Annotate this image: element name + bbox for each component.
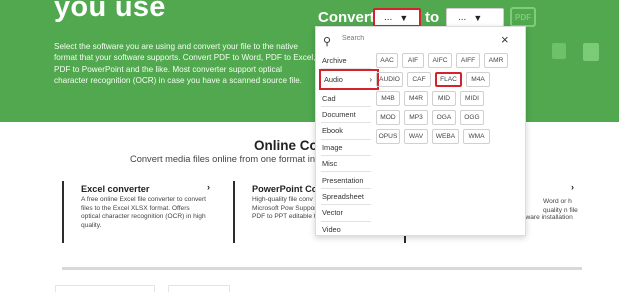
archive-icon [583, 43, 599, 61]
bottom-tab[interactable] [168, 285, 230, 292]
format-search-input[interactable] [342, 32, 422, 44]
format-option[interactable]: AMR [484, 53, 508, 68]
category-label: Vector [322, 208, 343, 218]
format-option[interactable]: AIF [402, 53, 424, 68]
category-label: Presentation [322, 175, 364, 185]
convert-label: Convert [318, 9, 375, 26]
format-row: M4B M4R MID MIDI [376, 91, 526, 106]
close-icon[interactable]: × [501, 32, 509, 47]
category-label: Ebook [322, 126, 343, 136]
excel-converter-card[interactable]: Excel converter A free online Excel file… [62, 181, 218, 243]
category-list: Archive Audio › Cad Document Ebook Image … [319, 53, 379, 238]
bottom-tab[interactable] [55, 285, 155, 292]
category-label: Image [322, 142, 343, 152]
pdf-file-icon: PDF [510, 7, 536, 27]
to-format-value: ... [458, 12, 467, 23]
card-description: A free online Excel file converter to co… [81, 196, 206, 229]
format-option[interactable]: WEBA [432, 129, 459, 144]
format-dropdown: ⚲ × Archive Audio › Cad Document Ebook Im… [315, 26, 526, 236]
chevron-right-icon: › [207, 182, 210, 192]
category-spreadsheet[interactable]: Spreadsheet [321, 189, 371, 206]
category-document[interactable]: Document [321, 107, 371, 124]
category-label: Document [322, 109, 356, 119]
category-label: Video [322, 225, 341, 235]
format-option[interactable]: MOD [376, 110, 400, 125]
from-format-value: ... [384, 12, 393, 23]
format-option[interactable]: WMA [463, 129, 490, 144]
chevron-right-icon: › [369, 75, 372, 85]
chevron-right-icon: › [571, 182, 574, 192]
powerpoint-converter-card[interactable]: PowerPoint Con High-quality file conv to… [233, 181, 331, 243]
document-icon [552, 43, 566, 59]
format-row: AUDIO CAF FLAC M4A [376, 72, 526, 87]
category-image[interactable]: Image [321, 140, 371, 156]
section-title: Online Co [254, 138, 318, 153]
format-grid: AAC AIF AIFC AIFF AMR AUDIO CAF FLAC M4A… [376, 53, 526, 148]
format-option[interactable]: WAV [404, 129, 428, 144]
format-option-flac[interactable]: FLAC [435, 72, 462, 87]
format-option[interactable]: M4A [466, 72, 490, 87]
category-label: Misc [322, 159, 338, 169]
chevron-down-icon: ▼ [399, 12, 409, 23]
format-option[interactable]: OGG [460, 110, 484, 125]
format-option[interactable]: AAC [376, 53, 398, 68]
hero-description: Select the software you are using and co… [54, 42, 316, 86]
category-vector[interactable]: Vector [321, 205, 371, 222]
format-row: OPUS WAV WEBA WMA [376, 129, 526, 144]
category-label: Cad [322, 93, 336, 103]
category-ebook[interactable]: Ebook [321, 123, 371, 140]
format-option[interactable]: MIDI [460, 91, 484, 106]
pdf-icon-label: PDF [515, 12, 531, 22]
category-cad[interactable]: Cad [321, 90, 371, 107]
category-label: Audio [324, 75, 343, 85]
format-option[interactable]: AIFF [456, 53, 480, 68]
format-option[interactable]: MP3 [404, 110, 428, 125]
category-archive[interactable]: Archive [321, 53, 371, 70]
to-format-select[interactable]: ... ▼ [446, 8, 504, 27]
format-option[interactable]: CAF [407, 72, 431, 87]
format-row: AAC AIF AIFC AIFF AMR [376, 53, 526, 68]
format-option[interactable]: AIFC [428, 53, 452, 68]
section-divider [62, 267, 582, 270]
category-presentation[interactable]: Presentation [321, 172, 371, 189]
card-title: PowerPoint Con [252, 184, 323, 194]
category-misc[interactable]: Misc [321, 156, 371, 173]
format-option[interactable]: OPUS [376, 129, 400, 144]
category-label: Archive [322, 56, 347, 66]
card-title: Excel converter [81, 184, 150, 194]
hero-title: you use [54, 0, 166, 23]
format-option[interactable]: AUDIO [376, 72, 403, 87]
category-video[interactable]: Video [321, 222, 371, 238]
format-option[interactable]: M4B [376, 91, 400, 106]
category-audio[interactable]: Audio › [319, 69, 379, 91]
format-option[interactable]: OGA [432, 110, 456, 125]
from-format-select[interactable]: ... ▼ [373, 8, 421, 27]
chevron-down-icon: ▼ [473, 12, 483, 23]
format-option[interactable]: M4R [404, 91, 428, 106]
search-icon: ⚲ [323, 36, 332, 48]
category-label: Spreadsheet [322, 191, 364, 201]
card-description: Word or h quality n file [543, 198, 578, 214]
format-option[interactable]: MID [432, 91, 456, 106]
section-subtitle: Convert media files online from one form… [130, 154, 331, 164]
format-row: MOD MP3 OGA OGG [376, 110, 526, 125]
to-label: to [425, 9, 440, 26]
